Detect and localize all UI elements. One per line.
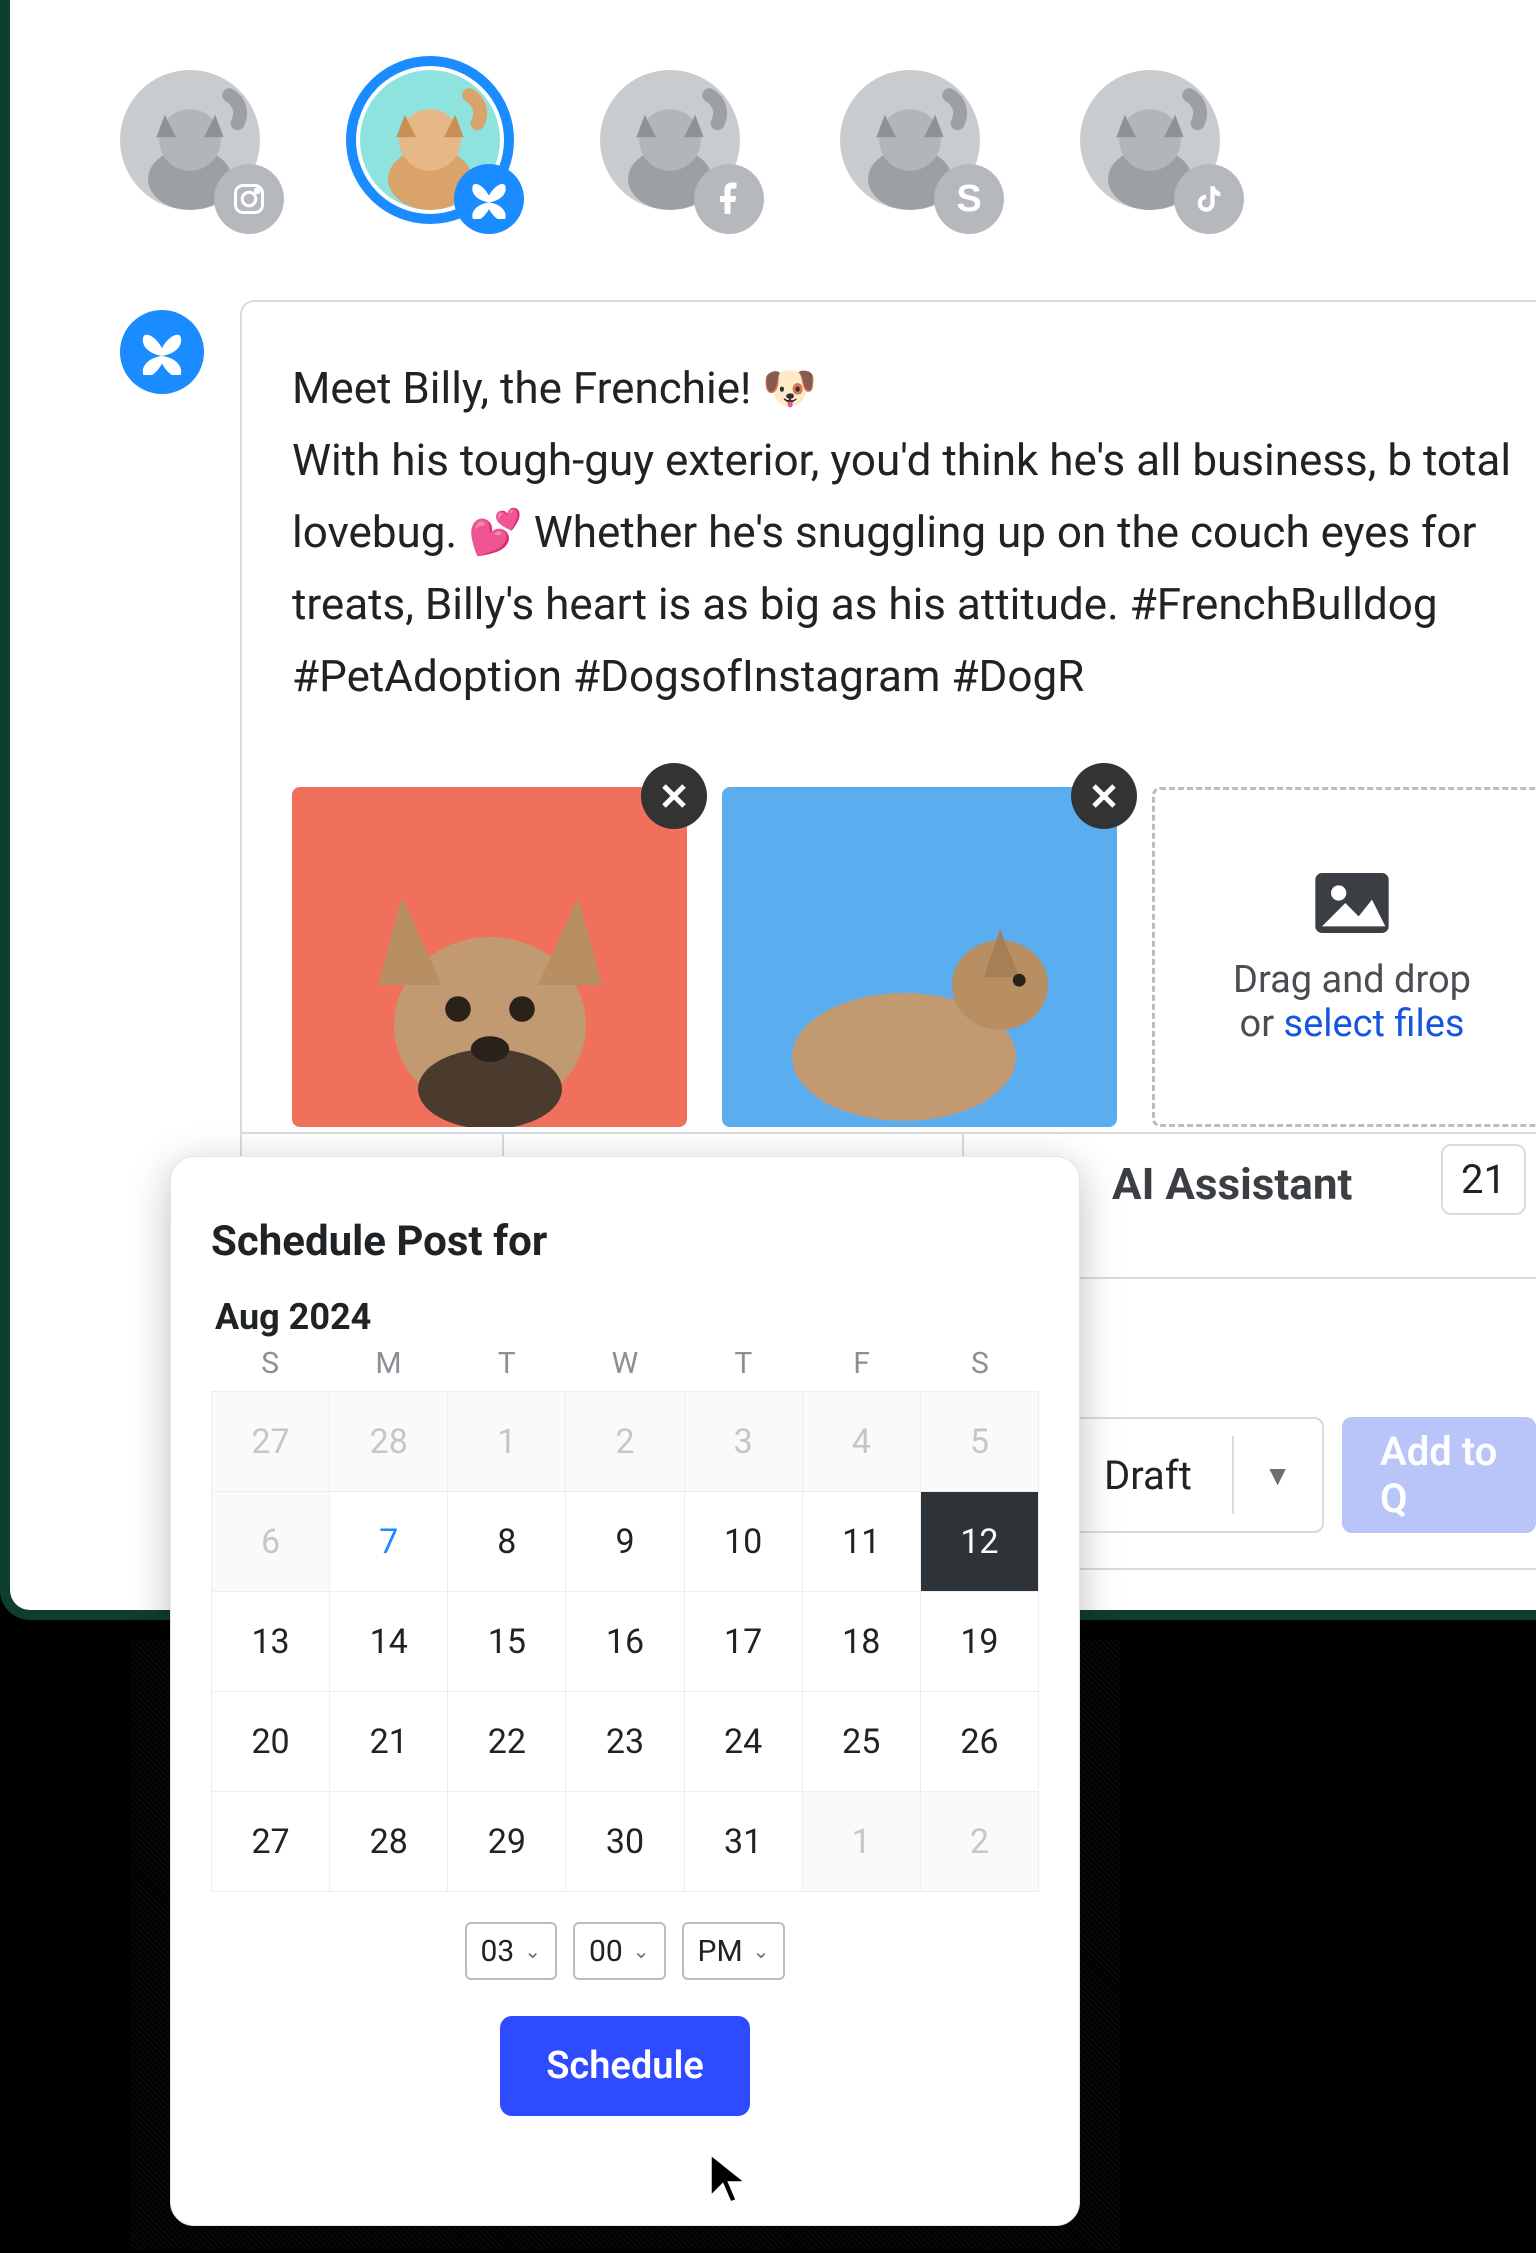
calendar-day-11[interactable]: 11 [803, 1492, 921, 1592]
ampm-select[interactable]: PM ⌄ [682, 1922, 786, 1980]
attachment-dropzone[interactable]: Drag and drop or select files [1152, 787, 1536, 1127]
calendar-day-1: 1 [803, 1792, 921, 1892]
account-s-network[interactable]: S [840, 70, 990, 220]
account-bluesky[interactable] [360, 70, 510, 220]
account-instagram[interactable] [120, 70, 270, 220]
calendar-day-13[interactable]: 13 [212, 1592, 330, 1692]
hour-select[interactable]: 03 ⌄ [465, 1922, 558, 1980]
attachment-1[interactable] [292, 787, 687, 1127]
calendar-dow-row: SMTWTFS [211, 1346, 1039, 1381]
add-to-queue-button[interactable]: Add to Q [1342, 1417, 1536, 1533]
calendar-day-16[interactable]: 16 [566, 1592, 684, 1692]
queue-button-label: Add to Q [1380, 1428, 1498, 1522]
select-files-link[interactable]: select files [1284, 1002, 1465, 1046]
remove-attachment-1[interactable] [641, 763, 707, 829]
chevron-down-icon[interactable]: ▼ [1234, 1459, 1322, 1492]
calendar-day-23[interactable]: 23 [566, 1692, 684, 1792]
dog-image-1 [292, 787, 687, 1127]
calendar-dow: M [329, 1346, 447, 1381]
calendar-day-6: 6 [212, 1492, 330, 1592]
cursor-icon [705, 2148, 755, 2208]
calendar-day-17[interactable]: 17 [685, 1592, 803, 1692]
active-network-badge [120, 310, 204, 394]
character-counter: 21 [1441, 1144, 1526, 1215]
toolbar-divider [242, 1132, 1536, 1134]
calendar-day-31[interactable]: 31 [685, 1792, 803, 1892]
minute-select[interactable]: 00 ⌄ [573, 1922, 666, 1980]
post-textarea[interactable]: Meet Billy, the Frenchie! 🐶 With his tou… [292, 352, 1536, 712]
minute-value: 00 [589, 1934, 623, 1969]
calendar-dow: W [566, 1346, 684, 1381]
time-picker-row: 03 ⌄ 00 ⌄ PM ⌄ [211, 1922, 1039, 1980]
calendar-day-9[interactable]: 9 [566, 1492, 684, 1592]
hour-value: 03 [481, 1934, 515, 1969]
facebook-icon [694, 164, 764, 234]
close-icon [659, 781, 689, 811]
attachments-row: Drag and drop or select files [292, 787, 1536, 1127]
calendar-dow: S [921, 1346, 1039, 1381]
calendar-day-10[interactable]: 10 [685, 1492, 803, 1592]
calendar-day-22[interactable]: 22 [448, 1692, 566, 1792]
calendar-day-5: 5 [921, 1392, 1039, 1492]
calendar-day-20[interactable]: 20 [212, 1692, 330, 1792]
calendar-day-4: 4 [803, 1392, 921, 1492]
calendar-day-24[interactable]: 24 [685, 1692, 803, 1792]
dropzone-text: Drag and drop or select files [1233, 958, 1471, 1046]
calendar-day-19[interactable]: 19 [921, 1592, 1039, 1692]
calendar-day-28: 28 [330, 1392, 448, 1492]
dog-image-2 [722, 787, 1117, 1127]
account-switcher: S [120, 70, 1230, 220]
calendar-day-15[interactable]: 15 [448, 1592, 566, 1692]
calendar-day-1: 1 [448, 1392, 566, 1492]
draft-split-button[interactable]: Draft ▼ [1072, 1417, 1324, 1533]
instagram-icon [214, 164, 284, 234]
close-icon [1089, 781, 1119, 811]
calendar-grid: 2728123456789101112131415161718192021222… [211, 1391, 1039, 1892]
image-icon [1312, 868, 1392, 938]
calendar-day-29[interactable]: 29 [448, 1792, 566, 1892]
calendar-day-28[interactable]: 28 [330, 1792, 448, 1892]
calendar-day-2: 2 [921, 1792, 1039, 1892]
ampm-value: PM [698, 1934, 743, 1969]
chevron-down-icon: ⌄ [633, 1939, 650, 1963]
calendar-day-26[interactable]: 26 [921, 1692, 1039, 1792]
attachment-2[interactable] [722, 787, 1117, 1127]
calendar-day-7[interactable]: 7 [330, 1492, 448, 1592]
schedule-button-label: Schedule [546, 2044, 704, 2088]
calendar-day-3: 3 [685, 1392, 803, 1492]
schedule-title: Schedule Post for [211, 1217, 1039, 1266]
account-tiktok[interactable] [1080, 70, 1230, 220]
calendar-day-21[interactable]: 21 [330, 1692, 448, 1792]
chevron-down-icon: ⌄ [524, 1939, 541, 1963]
calendar-day-27[interactable]: 27 [212, 1792, 330, 1892]
ai-assistant-button[interactable]: AI Assistant [1112, 1158, 1352, 1210]
calendar-dow: T [448, 1346, 566, 1381]
account-facebook[interactable] [600, 70, 750, 220]
calendar-dow: T [684, 1346, 802, 1381]
calendar-dow: F [802, 1346, 920, 1381]
calendar-day-25[interactable]: 25 [803, 1692, 921, 1792]
schedule-button[interactable]: Schedule [500, 2016, 750, 2116]
s-network-icon: S [934, 164, 1004, 234]
calendar-day-27: 27 [212, 1392, 330, 1492]
draft-button-label: Draft [1074, 1452, 1232, 1499]
calendar-dow: S [211, 1346, 329, 1381]
calendar-day-2: 2 [566, 1392, 684, 1492]
calendar-day-12[interactable]: 12 [921, 1492, 1039, 1592]
remove-attachment-2[interactable] [1071, 763, 1137, 829]
calendar-day-14[interactable]: 14 [330, 1592, 448, 1692]
calendar-day-8[interactable]: 8 [448, 1492, 566, 1592]
calendar-day-18[interactable]: 18 [803, 1592, 921, 1692]
chevron-down-icon: ⌄ [753, 1939, 770, 1963]
bluesky-icon [454, 164, 524, 234]
calendar-month: Aug 2024 [215, 1296, 1039, 1338]
bluesky-icon [139, 329, 185, 375]
schedule-popover: Schedule Post for Aug 2024 SMTWTFS 27281… [170, 1156, 1080, 2226]
calendar-day-30[interactable]: 30 [566, 1792, 684, 1892]
tiktok-icon [1174, 164, 1244, 234]
